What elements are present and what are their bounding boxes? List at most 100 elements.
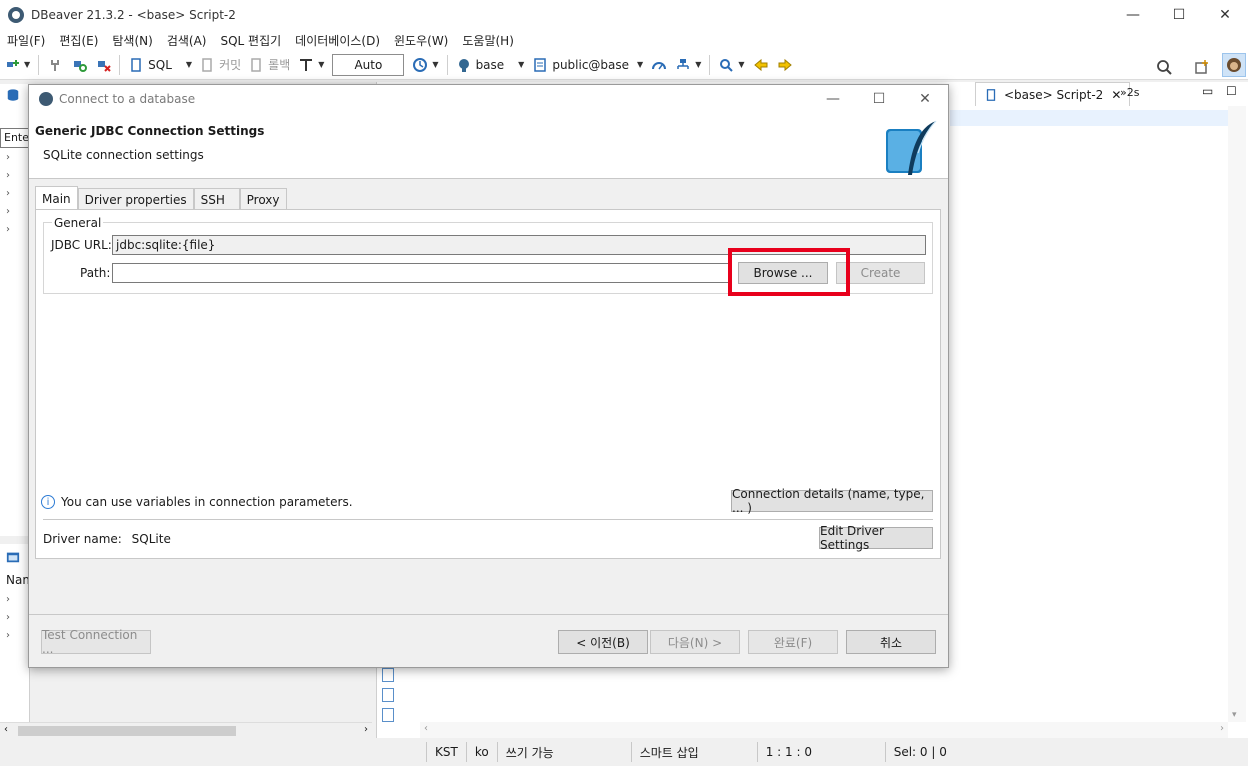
menu-database[interactable]: 데이터베이스(D) [288, 32, 387, 49]
toolbar-separator [446, 54, 448, 75]
dialog-header-title: Generic JDBC Connection Settings [35, 124, 265, 138]
editor-vertical-scrollbar[interactable]: ▾ [1228, 106, 1246, 722]
disconnect-button[interactable] [43, 53, 67, 77]
dialog-divider [43, 519, 933, 520]
tree-expand-icon[interactable]: › [6, 630, 10, 641]
scroll-right-icon[interactable]: › [364, 724, 368, 735]
forward-nav-button[interactable] [773, 53, 797, 77]
window-controls: — ☐ ✕ [1110, 0, 1248, 30]
connection-details-button[interactable]: Connection details (name, type, ... ) [731, 487, 933, 515]
toolbar-separator [119, 54, 121, 75]
scroll-left-icon[interactable]: ‹ [4, 724, 8, 735]
history-icon [413, 57, 428, 72]
tab-overflow-button[interactable]: »2s [1120, 86, 1139, 99]
commit-button[interactable]: 커밋 [196, 53, 245, 77]
dialog-title: Connect to a database [59, 92, 196, 106]
tree-expand-icon[interactable]: › [6, 224, 10, 235]
edit-driver-settings-button[interactable]: Edit Driver Settings [819, 524, 933, 552]
error-log-icon[interactable] [382, 688, 394, 702]
menu-help[interactable]: 도움말(H) [455, 32, 521, 49]
menu-edit[interactable]: 편집(E) [52, 32, 105, 49]
transaction-mode-combo[interactable]: Auto [332, 53, 405, 76]
scroll-right-icon[interactable]: › [1220, 723, 1224, 734]
export-icon[interactable] [382, 668, 394, 682]
menu-navigate[interactable]: 탐색(N) [105, 32, 159, 49]
back-button[interactable]: < 이전(B) [558, 630, 648, 654]
menu-search[interactable]: 검색(A) [160, 32, 214, 49]
history-button[interactable]: ▼ [408, 53, 442, 77]
rollback-button[interactable]: 롤백 [245, 53, 294, 77]
editor-side-toolbar [380, 662, 398, 728]
chevron-down-icon[interactable]: ▼ [24, 60, 30, 69]
path-input[interactable] [112, 263, 732, 283]
dbeaver-logo-icon [8, 7, 24, 23]
chevron-down-icon[interactable]: ▼ [518, 60, 524, 69]
minimize-button[interactable]: — [1110, 0, 1156, 30]
plug-add-icon [7, 59, 19, 67]
tab-script-2[interactable]: <base> Script-2 ✕ [975, 82, 1131, 106]
tree-expand-icon[interactable]: › [6, 152, 10, 163]
transaction-mode-button[interactable]: ▼ [294, 53, 328, 77]
back-nav-button[interactable] [749, 53, 773, 77]
chevron-down-icon[interactable]: ▼ [695, 60, 701, 69]
chevron-down-icon[interactable]: ▼ [432, 60, 438, 69]
tab-proxy[interactable]: Proxy [239, 188, 287, 210]
menu-sql-editor[interactable]: SQL 편집기 [213, 32, 288, 49]
commit-icon [202, 57, 212, 72]
arrow-right-icon [778, 58, 792, 71]
status-bar: KST ko 쓰기 가능 스마트 삽입 1 : 1 : 0 Sel: 0 | 0 [0, 738, 1248, 766]
dialog-close-button[interactable]: ✕ [902, 85, 948, 113]
menu-file[interactable]: 파일(F) [0, 32, 52, 49]
navigator-filter-input[interactable]: Ente [0, 128, 30, 148]
cancel-button[interactable]: 취소 [846, 630, 936, 654]
dialog-maximize-button[interactable]: ☐ [856, 85, 902, 113]
app-titlebar: DBeaver 21.3.2 - <base> Script-2 — ☐ ✕ [0, 0, 1248, 30]
new-connection-button[interactable]: ▼ [0, 53, 34, 77]
dbeaver-logo-icon [39, 92, 53, 106]
scroll-left-icon[interactable]: ‹ [424, 723, 428, 734]
test-connection-button[interactable]: Test Connection ... [41, 628, 151, 656]
open-perspective-button[interactable] [1190, 55, 1214, 79]
dashboard-button[interactable] [647, 53, 671, 77]
minimize-view-icon[interactable]: ▭ [1202, 84, 1213, 98]
app-title: DBeaver 21.3.2 - <base> Script-2 [31, 8, 236, 22]
beaver-icon [1227, 58, 1241, 72]
tree-expand-icon[interactable]: › [6, 612, 10, 623]
navigator-horizontal-scrollbar[interactable]: ‹ › [0, 722, 372, 738]
reconnect-button[interactable] [67, 53, 91, 77]
tab-driver-properties[interactable]: Driver properties [77, 188, 194, 210]
search-toolbar-button[interactable]: ▼ [714, 53, 748, 77]
disconnect-all-button[interactable] [91, 53, 115, 77]
editor-horizontal-scrollbar[interactable]: ‹ › [420, 722, 1228, 738]
tab-main[interactable]: Main [35, 186, 78, 210]
dialog-minimize-button[interactable]: — [810, 85, 856, 113]
menu-window[interactable]: 윈도우(W) [387, 32, 455, 49]
tree-expand-icon[interactable]: › [6, 188, 10, 199]
scroll-down-icon[interactable]: ▾ [1232, 710, 1237, 720]
schema-selector[interactable]: public@base ▼ [528, 53, 647, 77]
connect-database-dialog: Connect to a database — ☐ ✕ Generic JDBC… [28, 84, 949, 668]
chevron-down-icon[interactable]: ▼ [186, 60, 192, 69]
tree-expand-icon[interactable]: › [6, 170, 10, 181]
sql-script-icon [986, 88, 996, 101]
tree-expand-icon[interactable]: › [6, 594, 10, 605]
tab-ssh[interactable]: SSH [193, 188, 240, 210]
datasource-selector[interactable]: base ▼ [452, 53, 529, 77]
chevron-down-icon[interactable]: ▼ [637, 60, 643, 69]
maximize-view-icon[interactable]: ☐ [1226, 84, 1237, 98]
next-button[interactable]: 다음(N) > [650, 630, 740, 654]
tree-expand-icon[interactable]: › [6, 206, 10, 217]
scrollbar-thumb[interactable] [18, 726, 236, 736]
tools-button[interactable]: ▼ [671, 53, 705, 77]
datasource-label: base [475, 57, 505, 72]
maximize-button[interactable]: ☐ [1156, 0, 1202, 30]
database-icon [7, 89, 19, 101]
sql-editor-button[interactable]: SQL ▼ [124, 53, 196, 77]
chevron-down-icon[interactable]: ▼ [318, 60, 324, 69]
global-search-button[interactable] [1152, 55, 1176, 79]
chevron-down-icon[interactable]: ▼ [738, 60, 744, 69]
finish-button[interactable]: 완료(F) [748, 630, 838, 654]
close-button[interactable]: ✕ [1202, 0, 1248, 30]
variables-icon[interactable] [382, 708, 394, 722]
dbeaver-perspective-button[interactable] [1222, 53, 1246, 77]
